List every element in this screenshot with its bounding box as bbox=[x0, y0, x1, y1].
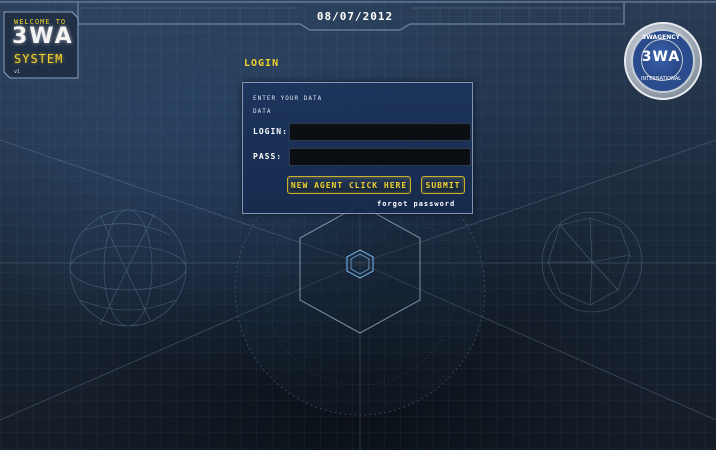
login-heading: LOGIN bbox=[244, 58, 280, 69]
forgot-password-link[interactable]: forgot password bbox=[377, 200, 455, 208]
current-date: 08/07/2012 bbox=[316, 10, 394, 23]
logo-version: v1 bbox=[14, 69, 21, 75]
app-logo: WELCOME TO 3WA SYSTEM v1 bbox=[6, 14, 78, 80]
hud-frame bbox=[0, 1, 716, 450]
login-intro: ENTER YOUR DATA DATA bbox=[253, 92, 353, 118]
password-input[interactable] bbox=[289, 148, 471, 166]
login-panel: ENTER YOUR DATA DATA LOGIN: PASS: NEW AG… bbox=[242, 82, 473, 214]
login-intro-line1: ENTER YOUR DATA bbox=[253, 95, 323, 102]
logo-system-text: SYSTEM bbox=[14, 52, 64, 66]
badge-top-text: 3WAGENCY bbox=[642, 34, 680, 41]
badge-logo-text: 3WA bbox=[641, 49, 681, 65]
badge-bottom-text: INTERNATIONAL bbox=[640, 76, 682, 82]
pass-label: PASS: bbox=[253, 152, 283, 161]
login-input[interactable] bbox=[289, 123, 471, 141]
agency-badge: 3WAGENCY 3WA INTERNATIONAL bbox=[624, 22, 702, 100]
background-scene: WELCOME TO 3WA SYSTEM v1 08/07/2012 3WAG… bbox=[0, 0, 716, 450]
submit-button[interactable]: SUBMIT bbox=[421, 176, 465, 194]
logo-name: 3WA bbox=[12, 24, 74, 49]
login-intro-line2: DATA bbox=[253, 108, 272, 115]
login-label: LOGIN: bbox=[253, 127, 288, 136]
new-agent-button[interactable]: NEW AGENT CLICK HERE bbox=[287, 176, 411, 194]
